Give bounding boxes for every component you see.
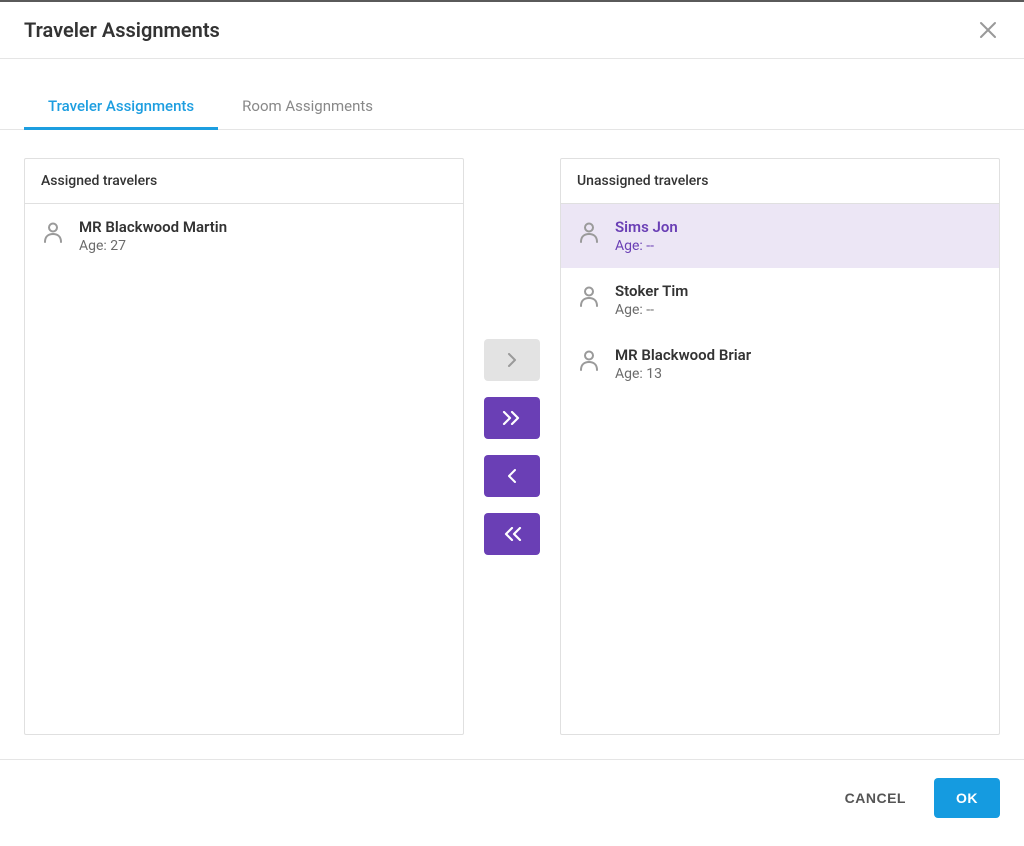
- assigned-panel-title: Assigned travelers: [25, 159, 463, 204]
- content-area: Assigned travelers MR Blackwood Martin A…: [0, 130, 1024, 759]
- ok-button[interactable]: OK: [934, 778, 1000, 818]
- dialog-title: Traveler Assignments: [24, 18, 220, 42]
- traveler-info: Sims Jon Age: --: [615, 218, 678, 254]
- tab-traveler-assignments[interactable]: Traveler Assignments: [24, 87, 218, 130]
- traveler-row[interactable]: Stoker Tim Age: --: [561, 268, 999, 332]
- person-icon: [41, 220, 65, 244]
- traveler-info: MR Blackwood Martin Age: 27: [79, 218, 227, 254]
- dialog-header: Traveler Assignments: [0, 2, 1024, 59]
- close-icon: [979, 21, 997, 39]
- unassigned-panel: Unassigned travelers Sims Jon Age: --: [560, 158, 1000, 735]
- traveler-info: MR Blackwood Briar Age: 13: [615, 346, 751, 382]
- double-chevron-left-icon: [502, 527, 522, 541]
- move-right-button[interactable]: [484, 339, 540, 381]
- traveler-name: Sims Jon: [615, 218, 678, 236]
- traveler-row[interactable]: MR Blackwood Briar Age: 13: [561, 332, 999, 396]
- unassigned-list: Sims Jon Age: -- Stoker Tim Age: --: [561, 204, 999, 734]
- move-all-right-button[interactable]: [484, 397, 540, 439]
- traveler-name: Stoker Tim: [615, 282, 688, 300]
- unassigned-panel-title: Unassigned travelers: [561, 159, 999, 204]
- traveler-age: Age: --: [615, 238, 678, 254]
- person-icon: [577, 348, 601, 372]
- traveler-age: Age: --: [615, 302, 688, 318]
- double-chevron-right-icon: [502, 411, 522, 425]
- traveler-name: MR Blackwood Martin: [79, 218, 227, 236]
- dialog-footer: CANCEL OK: [0, 759, 1024, 846]
- traveler-assignments-dialog: Traveler Assignments Traveler Assignment…: [0, 0, 1024, 846]
- person-icon: [577, 220, 601, 244]
- tab-room-assignments[interactable]: Room Assignments: [218, 87, 397, 130]
- assigned-panel: Assigned travelers MR Blackwood Martin A…: [24, 158, 464, 735]
- traveler-age: Age: 13: [615, 366, 751, 382]
- move-left-button[interactable]: [484, 455, 540, 497]
- chevron-right-icon: [505, 353, 519, 367]
- traveler-row[interactable]: MR Blackwood Martin Age: 27: [25, 204, 463, 268]
- tabs: Traveler Assignments Room Assignments: [0, 87, 1024, 130]
- traveler-info: Stoker Tim Age: --: [615, 282, 688, 318]
- cancel-button[interactable]: CANCEL: [837, 780, 914, 816]
- traveler-age: Age: 27: [79, 238, 227, 254]
- person-icon: [577, 284, 601, 308]
- chevron-left-icon: [505, 469, 519, 483]
- assigned-list: MR Blackwood Martin Age: 27: [25, 204, 463, 734]
- close-button[interactable]: [976, 18, 1000, 42]
- traveler-row[interactable]: Sims Jon Age: --: [561, 204, 999, 268]
- move-all-left-button[interactable]: [484, 513, 540, 555]
- traveler-name: MR Blackwood Briar: [615, 346, 751, 364]
- transfer-controls: [480, 339, 544, 555]
